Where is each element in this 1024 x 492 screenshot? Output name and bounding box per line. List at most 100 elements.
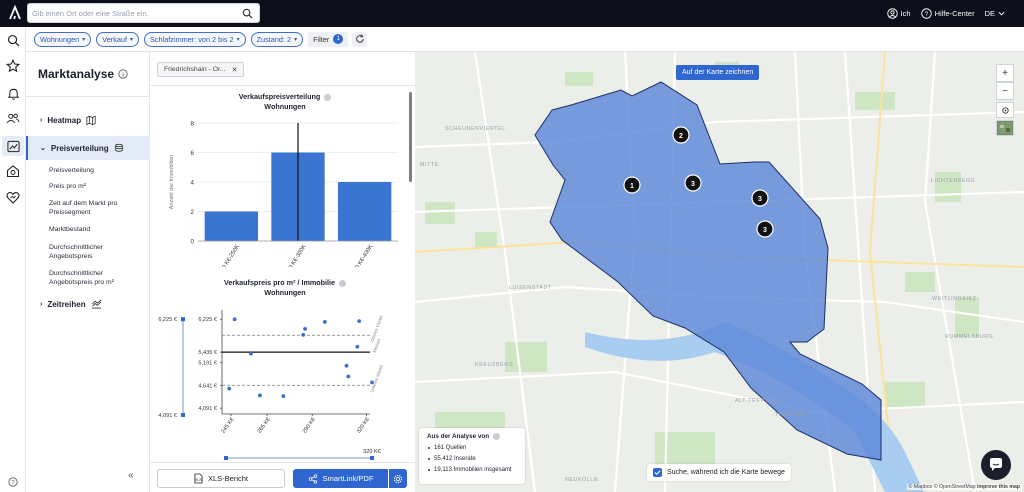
- x-tick-label: 320 K€: [356, 416, 372, 435]
- x-tick-label: 250 K€-300K: [285, 244, 308, 267]
- filter-button[interactable]: Filter 1: [308, 31, 349, 47]
- satellite-thumbnail-icon: [998, 122, 1012, 134]
- map-attribution: © Mapbox © OpenStreetMap Improve this ma…: [906, 484, 1022, 490]
- satellite-layer-button[interactable]: [996, 120, 1014, 136]
- submenu-angebotspreis-pro-m2[interactable]: Durchschnittlicher Angebotspreis pro m²: [49, 269, 145, 287]
- checkbox-checked[interactable]: [653, 468, 662, 477]
- info-icon[interactable]: [339, 279, 347, 287]
- filter-label: Filter: [313, 34, 330, 44]
- search-box: [27, 3, 260, 23]
- scatter-point: [301, 332, 306, 337]
- info-icon[interactable]: [493, 433, 501, 440]
- xls-label: XLS-Bericht: [207, 474, 249, 483]
- draw-on-map-button[interactable]: Auf der Karte zeichnen: [676, 65, 760, 80]
- map-canvas[interactable]: [415, 52, 1024, 492]
- chevron-down-icon: ▾: [236, 36, 240, 43]
- collapse-sidebar-button[interactable]: «: [128, 470, 134, 481]
- report-settings-button[interactable]: [389, 469, 407, 488]
- attribution-osm[interactable]: © OpenStreetMap: [934, 484, 976, 490]
- bell-icon[interactable]: [5, 85, 21, 101]
- search-input[interactable]: [32, 6, 237, 20]
- reference-line-label: Unteres Viertel: [369, 364, 384, 393]
- chevron-down-icon: ⌄: [40, 145, 46, 152]
- zoom-out-button[interactable]: −: [996, 82, 1014, 100]
- users-icon[interactable]: [5, 110, 21, 126]
- y-axis-label: Anzahl der Immobilien: [169, 155, 175, 209]
- search-nav-icon[interactable]: [5, 32, 21, 48]
- chart1-subtitle: Wohnungen: [264, 102, 306, 111]
- attribution-improve[interactable]: Improve this map: [977, 484, 1020, 490]
- scrollbar[interactable]: [409, 92, 412, 182]
- sidebar-item-label: Preisverteilung: [50, 143, 109, 153]
- search-while-moving-toggle[interactable]: Suche, während ich die Karte bewege: [647, 464, 791, 481]
- range-slider-handle: [181, 413, 185, 417]
- attribution-mapbox[interactable]: © Mapbox: [909, 484, 933, 490]
- language-selector[interactable]: DE: [985, 9, 1008, 18]
- map-label: RUMMELSBURG: [945, 334, 994, 340]
- chip-label: Wohnungen: [40, 34, 80, 44]
- submenu-zeit-auf-dem-markt[interactable]: Zeit auf dem Markt pro Preissegment: [49, 199, 145, 217]
- range-slider-handle: [181, 317, 185, 322]
- submenu-preisverteilung[interactable]: Preisverteilung: [49, 166, 145, 175]
- chart2-subtitle: Wohnungen: [264, 288, 306, 297]
- y-tick-label: 4,091 €: [198, 406, 218, 412]
- help-center-link[interactable]: ? Hilfe-Center: [920, 8, 975, 19]
- user-menu[interactable]: Ich: [886, 8, 911, 19]
- close-icon[interactable]: ✕: [232, 66, 238, 74]
- submenu-durchschnittlicher-angebotspreis[interactable]: Durchschnittlicher Angebotspreis: [49, 243, 145, 261]
- search-icon[interactable]: [242, 8, 253, 19]
- scatter-point: [232, 317, 237, 322]
- sidebar-item-heatmap[interactable]: › Heatmap: [26, 108, 150, 132]
- chart1-title: Verkaufspreisverteilung: [238, 92, 321, 101]
- refresh-icon: [355, 34, 364, 43]
- chevron-down-icon: ▾: [294, 36, 298, 43]
- chart-panel: Friedrichshain - Or... ✕ Verkaufspreisve…: [150, 52, 415, 492]
- sidebar-item-preisverteilung[interactable]: ⌄ Preisverteilung: [26, 136, 150, 160]
- house-search-icon[interactable]: [5, 163, 21, 179]
- filter-chip-condition[interactable]: Zustand: 2 ▾: [250, 31, 304, 47]
- sidebar-item-zeitreihen[interactable]: › Zeitreihen: [26, 292, 150, 316]
- filter-chip-property-type[interactable]: Wohnungen ▾: [34, 31, 92, 47]
- favorites-heart-icon[interactable]: [5, 189, 21, 205]
- timeseries-icon: [91, 299, 101, 309]
- x-tick-label: 200 K€-250K: [218, 244, 241, 267]
- logo-icon[interactable]: [7, 5, 23, 21]
- filter-chip-bedrooms[interactable]: Schlafzimmer: von 2 bis 2 ▾: [144, 31, 246, 47]
- info-help-icon[interactable]: ?: [8, 477, 18, 489]
- range-slider-max-label: 6,225 €: [158, 317, 178, 323]
- search-area-polygon[interactable]: [534, 81, 882, 461]
- coins-icon: [114, 143, 123, 152]
- range-slider-handle: [224, 456, 228, 460]
- location-chip[interactable]: Friedrichshain - Or... ✕: [157, 62, 245, 77]
- location-chip-label: Friedrichshain - Or...: [164, 66, 226, 73]
- star-icon[interactable]: [5, 58, 21, 74]
- submenu-preis-pro-m2[interactable]: Preis pro m²: [49, 182, 145, 191]
- chat-bubble-icon: [990, 458, 1002, 471]
- submenu-marktbestand[interactable]: Marktbestand: [49, 225, 145, 234]
- zoom-in-button[interactable]: +: [996, 64, 1014, 82]
- panel-footer: XLS XLS-Bericht SmartLink/PDF: [150, 462, 415, 492]
- smartlink-pdf-button[interactable]: SmartLink/PDF: [293, 469, 388, 488]
- map-label: LICHTENBERG: [931, 178, 976, 184]
- map-label: LUISENSTADT: [509, 285, 552, 291]
- market-analysis-icon[interactable]: [2, 136, 24, 156]
- info-icon[interactable]: i: [118, 69, 128, 79]
- map-view[interactable]: SCHEUNENVIERTEL LICHTENBERG LUISENSTADT …: [415, 52, 1024, 492]
- locate-me-button[interactable]: [996, 102, 1014, 118]
- legend-item: 161 Quellen: [427, 445, 525, 451]
- filter-chip-transaction[interactable]: Verkauf ▾: [96, 31, 140, 47]
- reset-filters-button[interactable]: [352, 31, 368, 47]
- chat-button[interactable]: [981, 450, 1011, 480]
- scatter-point: [357, 319, 362, 323]
- sidebar-item-label: Zeitreihen: [47, 299, 86, 309]
- crosshair-icon: [1001, 106, 1009, 114]
- price-distribution-chart: 0 2 4 6 8 Anzahl der Immobilien 200 K€-250K 250…: [169, 121, 398, 267]
- info-icon[interactable]: [324, 93, 332, 101]
- xls-report-button[interactable]: XLS XLS-Bericht: [157, 469, 285, 488]
- divider: [150, 85, 415, 86]
- icon-rail: ?: [0, 27, 26, 492]
- help-icon: ?: [920, 8, 932, 19]
- scatter-point: [370, 380, 374, 385]
- scatter-point: [346, 374, 351, 379]
- range-slider-x-max-label: 320 K€: [363, 449, 382, 455]
